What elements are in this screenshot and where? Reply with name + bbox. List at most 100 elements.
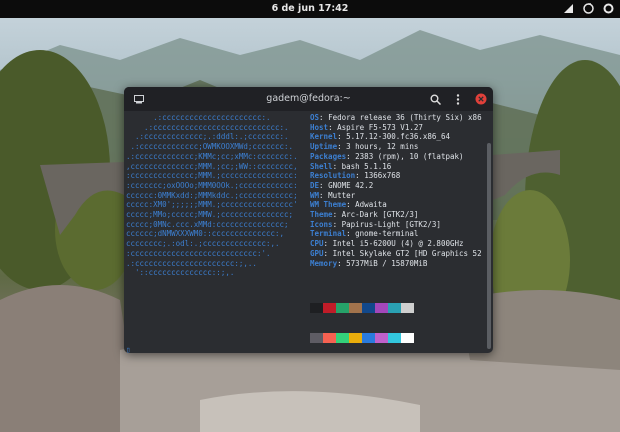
- color-swatch: [310, 332, 323, 343]
- info-separator: :: [332, 219, 342, 229]
- info-separator: :: [323, 248, 333, 258]
- info-separator: :: [332, 161, 342, 171]
- info-line: Shell: bash 5.1.16: [310, 162, 482, 172]
- info-separator: :: [319, 190, 329, 200]
- info-line: Uptime: 3 hours, 12 mins: [310, 142, 482, 152]
- logo-line: ccccc;MMo;ccccc;MMW.;ccccccccccccccc;: [126, 210, 294, 220]
- info-line: Packages: 2383 (rpm), 10 (flatpak): [310, 152, 482, 162]
- info-separator: :: [332, 210, 342, 220]
- whatsapp-icon[interactable]: [603, 2, 614, 15]
- color-palette: [310, 284, 414, 353]
- info-value: bash 5.1.16: [341, 161, 392, 171]
- terminal-window[interactable]: gadem@fedora:~ .:cccccccccccccccccccccc:…: [124, 87, 493, 353]
- info-key: Shell: [310, 161, 333, 171]
- update-icon[interactable]: [583, 2, 594, 15]
- info-value: Mutter: [328, 190, 356, 200]
- info-separator: :: [346, 200, 356, 210]
- color-swatch: [310, 303, 323, 314]
- clock[interactable]: 6 de jun 17:42: [0, 3, 620, 14]
- info-value: 5.17.12-300.fc36.x86_64: [346, 132, 450, 142]
- fedora-ascii-logo: .:cccccccccccccccccccccc:. .:ccccccccccc…: [126, 113, 298, 278]
- system-tray: [563, 2, 614, 15]
- logo-line: cccccccc;.:odl:.;cccccccccccccc:,.: [126, 239, 280, 249]
- info-key: Memory: [310, 258, 338, 268]
- info-separator: :: [346, 229, 356, 239]
- logo-line: cccccc;dNMWXXXWM0::cccccccccccccc:,: [126, 229, 285, 239]
- info-value: Papirus-Light [GTK2/3]: [341, 219, 441, 229]
- menu-icon[interactable]: [451, 92, 465, 106]
- color-swatch: [401, 303, 414, 314]
- color-swatch: [349, 303, 362, 314]
- logo-line: .:ccccccccccccc;OWMKOOXMWd;ccccccc:.: [126, 142, 294, 152]
- color-swatch: [375, 303, 388, 314]
- info-separator: :: [328, 122, 338, 132]
- info-value: GNOME 42.2: [328, 180, 374, 190]
- info-line: Resolution: 1366x768: [310, 171, 482, 181]
- info-line: Kernel: 5.17.12-300.fc36.x86_64: [310, 132, 482, 142]
- info-key: Packages: [310, 151, 347, 161]
- info-separator: :: [319, 113, 329, 122]
- logo-line: cccccc:0MMKxdd:;MMMkddc.;cccccccccccc;: [126, 190, 298, 200]
- logo-line: .:cccccccccccccccccccccccccccc:.: [126, 122, 289, 132]
- top-bar: 6 de jun 17:42: [0, 0, 620, 18]
- logo-line: .:ccccccccccccc;KMMc;cc;xMMc:ccccccc:.: [126, 151, 298, 161]
- color-swatch: [362, 332, 375, 343]
- info-line: Icons: Papirus-Light [GTK2/3]: [310, 220, 482, 230]
- info-value: Intel i5-6200U (4) @ 2.800GHz: [332, 239, 464, 249]
- color-swatch: [323, 303, 336, 314]
- info-value: Intel Skylake GT2 [HD Graphics 52: [332, 248, 482, 258]
- color-swatch: [362, 303, 375, 314]
- color-swatch: [388, 303, 401, 314]
- info-separator: :: [346, 151, 356, 161]
- info-key: Icons: [310, 219, 333, 229]
- network-icon[interactable]: [563, 2, 574, 15]
- terminal-output[interactable]: .:cccccccccccccccccccccc:. .:ccccccccccc…: [124, 111, 485, 353]
- info-key: CPU: [310, 239, 324, 249]
- info-key: WM: [310, 190, 320, 200]
- info-line: Theme: Arc-Dark [GTK2/3]: [310, 210, 482, 220]
- logo-line: :cccccccccccccc;MMM.;cccccccccccccccc:: [126, 171, 298, 181]
- info-key: Terminal: [310, 229, 347, 239]
- color-swatch: [375, 332, 388, 343]
- info-value: Arc-Dark [GTK2/3]: [341, 210, 419, 220]
- logo-line: '::cccccccccccccc::;,.: [126, 268, 235, 278]
- info-line: WM: Mutter: [310, 191, 482, 201]
- close-icon[interactable]: [474, 92, 488, 106]
- terminal-titlebar[interactable]: gadem@fedora:~: [124, 87, 493, 111]
- logo-line: ccccc;0MNc.ccc.xMMd:ccccccccccccccc;: [126, 219, 289, 229]
- neofetch-info: OS: Fedora release 36 (Thirty Six) x86 Ho…: [310, 113, 482, 268]
- info-separator: :: [337, 132, 347, 142]
- info-key: Resolution: [310, 171, 356, 181]
- cursor: ▯: [126, 345, 131, 353]
- info-separator: :: [319, 180, 329, 190]
- info-key: GPU: [310, 248, 324, 258]
- info-value: 2383 (rpm), 10 (flatpak): [355, 151, 464, 161]
- info-line: GPU: Intel Skylake GT2 [HD Graphics 52: [310, 249, 482, 259]
- logo-line: .:cccccccccccccccccccccc:.: [126, 113, 271, 122]
- info-value: 1366x768: [364, 171, 401, 181]
- color-swatch: [336, 332, 349, 343]
- palette-row-bright: [310, 332, 414, 343]
- info-line: OS: Fedora release 36 (Thirty Six) x86: [310, 113, 482, 123]
- info-separator: :: [337, 258, 347, 268]
- info-line: WM Theme: Adwaita: [310, 200, 482, 210]
- info-value: Adwaita: [355, 200, 387, 210]
- info-key: Uptime: [310, 142, 338, 152]
- info-separator: :: [355, 171, 365, 181]
- info-value: Fedora release 36 (Thirty Six) x86: [328, 113, 482, 122]
- info-line: Memory: 5737MiB / 15870MiB: [310, 259, 482, 269]
- info-key: DE: [310, 180, 320, 190]
- info-value: gnome-terminal: [355, 229, 419, 239]
- info-line: Host: Aspire F5-573 V1.27: [310, 123, 482, 133]
- info-separator: :: [323, 239, 333, 249]
- color-swatch: [323, 332, 336, 343]
- info-key: Theme: [310, 210, 333, 220]
- info-key: WM Theme: [310, 200, 347, 210]
- search-icon[interactable]: [428, 92, 442, 106]
- color-swatch: [388, 332, 401, 343]
- info-key: OS: [310, 113, 320, 122]
- palette-row-normal: [310, 303, 414, 314]
- logo-line: :ccccccc;oxOOOo;MMM0OOk.;cccccccccccc:: [126, 180, 298, 190]
- scrollbar[interactable]: [487, 143, 491, 349]
- logo-line: .:cccccccccccccccccccccc:;,..: [126, 258, 257, 268]
